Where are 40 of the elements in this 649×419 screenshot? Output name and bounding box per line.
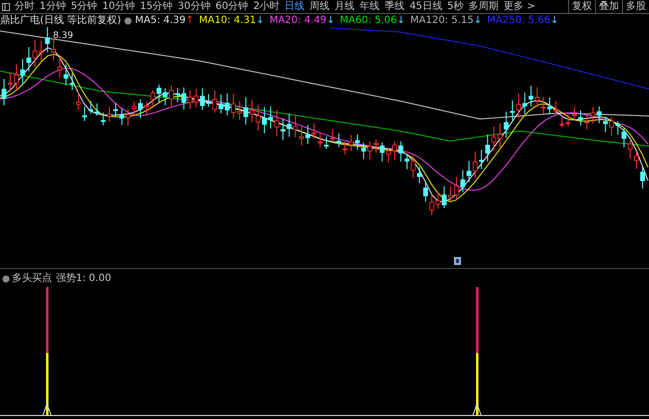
settings-icon[interactable] (2, 274, 10, 282)
moving-average-reading: MA5: 4.39 (134, 14, 186, 27)
toolbar-button[interactable]: 复权 (568, 0, 595, 13)
moving-average-reading: MA10: 4.31 (199, 14, 256, 27)
period-tab[interactable]: 1分钟 (37, 0, 68, 13)
stock-title: 鼎比广电(日线 等比前复权) (0, 14, 121, 27)
moving-average-reading: MA120: 5.15 (410, 14, 474, 27)
period-tab[interactable]: 30分钟 (175, 0, 213, 13)
period-tab[interactable]: 季线 (382, 0, 408, 13)
period-tab[interactable]: 60分钟 (212, 0, 251, 13)
trend-arrow: ↓ (550, 14, 559, 27)
trend-arrow: ↓ (326, 14, 335, 27)
moving-average-reading: MA60: 5.06 (340, 14, 397, 27)
indicator-reading: 强势1: 0.00 (56, 273, 112, 284)
trend-arrow: ↓ (396, 14, 406, 27)
marker-icon[interactable] (454, 257, 461, 265)
period-tab[interactable]: 5分钟 (68, 0, 100, 13)
period-tab[interactable]: 分时 (12, 0, 37, 13)
period-tab[interactable]: 2小时 (250, 0, 282, 13)
trend-arrow: ↓ (474, 14, 482, 27)
period-tab[interactable]: 45日线 (407, 0, 445, 13)
period-tab[interactable]: 15分钟 (137, 0, 176, 13)
period-tab[interactable]: 10分钟 (100, 0, 138, 13)
moving-average-reading: MA20: 4.49 (269, 14, 326, 27)
period-tab[interactable]: 周线 (307, 0, 332, 13)
period-tab[interactable]: 5秒 (444, 0, 466, 13)
period-tab[interactable]: 日线 (282, 0, 308, 13)
period-tab[interactable]: 多周期 (466, 0, 502, 13)
moving-average-reading: MA250: 5.66 (487, 14, 550, 27)
period-tab[interactable]: 月线 (332, 0, 358, 13)
trend-arrow: ↑ (186, 14, 194, 27)
period-tab[interactable]: 更多 > (501, 0, 538, 13)
period-tab[interactable]: 年线 (357, 0, 382, 13)
indicator-title: 多头买点 (12, 273, 52, 284)
settings-icon[interactable] (124, 16, 132, 24)
toolbar-button[interactable]: 多股 (622, 0, 649, 13)
panel-toggle-icon[interactable] (2, 2, 10, 10)
trend-arrow: ↓ (256, 14, 264, 27)
toolbar-button[interactable]: 叠加 (595, 0, 622, 13)
high-price-label: 8.39 (53, 31, 74, 42)
